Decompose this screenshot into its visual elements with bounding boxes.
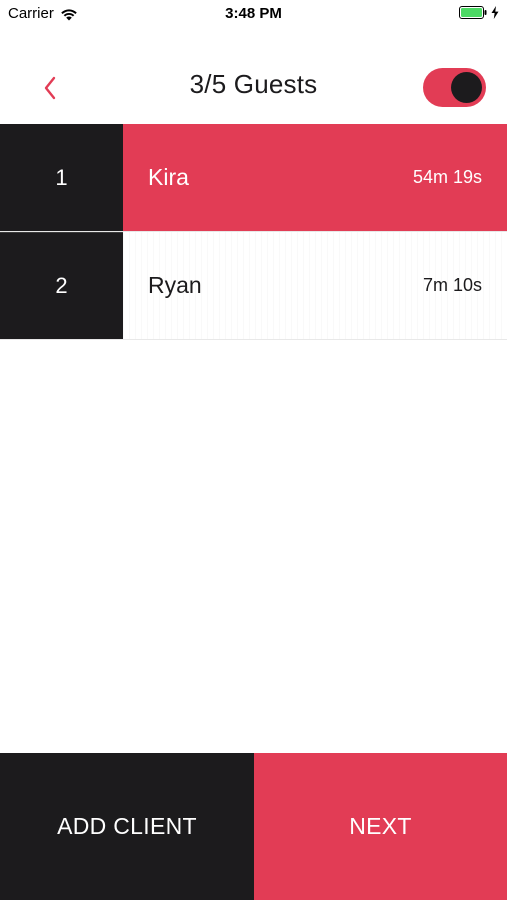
app-screen: Carrier 3:48 PM 3/5 Guests 1 Kira 54m 19… (0, 0, 507, 900)
charging-bolt-icon (491, 6, 499, 19)
battery-icon (459, 6, 487, 19)
guest-timer: 7m 10s (422, 275, 482, 295)
guest-body: Kira 54m 19s (123, 124, 507, 231)
bottom-action-bar: ADD CLIENT NEXT (0, 753, 507, 900)
nav-header: 3/5 Guests (0, 50, 507, 124)
guest-name: Kira (148, 164, 189, 190)
guest-body: Ryan 7m 10s (123, 232, 507, 339)
status-bar: Carrier 3:48 PM (0, 0, 507, 28)
guest-index: 2 (0, 232, 123, 339)
add-client-button[interactable]: ADD CLIENT (0, 753, 254, 900)
toggle-knob (451, 72, 482, 103)
mode-toggle[interactable] (423, 68, 486, 107)
status-time: 3:48 PM (225, 5, 282, 22)
guest-list: 1 Kira 54m 19s 2 Ryan 7m 10s (0, 124, 507, 340)
guest-row-kira[interactable]: 1 Kira 54m 19s (0, 124, 507, 232)
guest-timer: 54m 19s (412, 167, 482, 187)
guest-name: Ryan (148, 272, 202, 298)
battery-status (459, 6, 499, 19)
next-button[interactable]: NEXT (254, 753, 507, 900)
guest-index: 1 (0, 124, 123, 231)
guest-row-ryan[interactable]: 2 Ryan 7m 10s (0, 232, 507, 340)
